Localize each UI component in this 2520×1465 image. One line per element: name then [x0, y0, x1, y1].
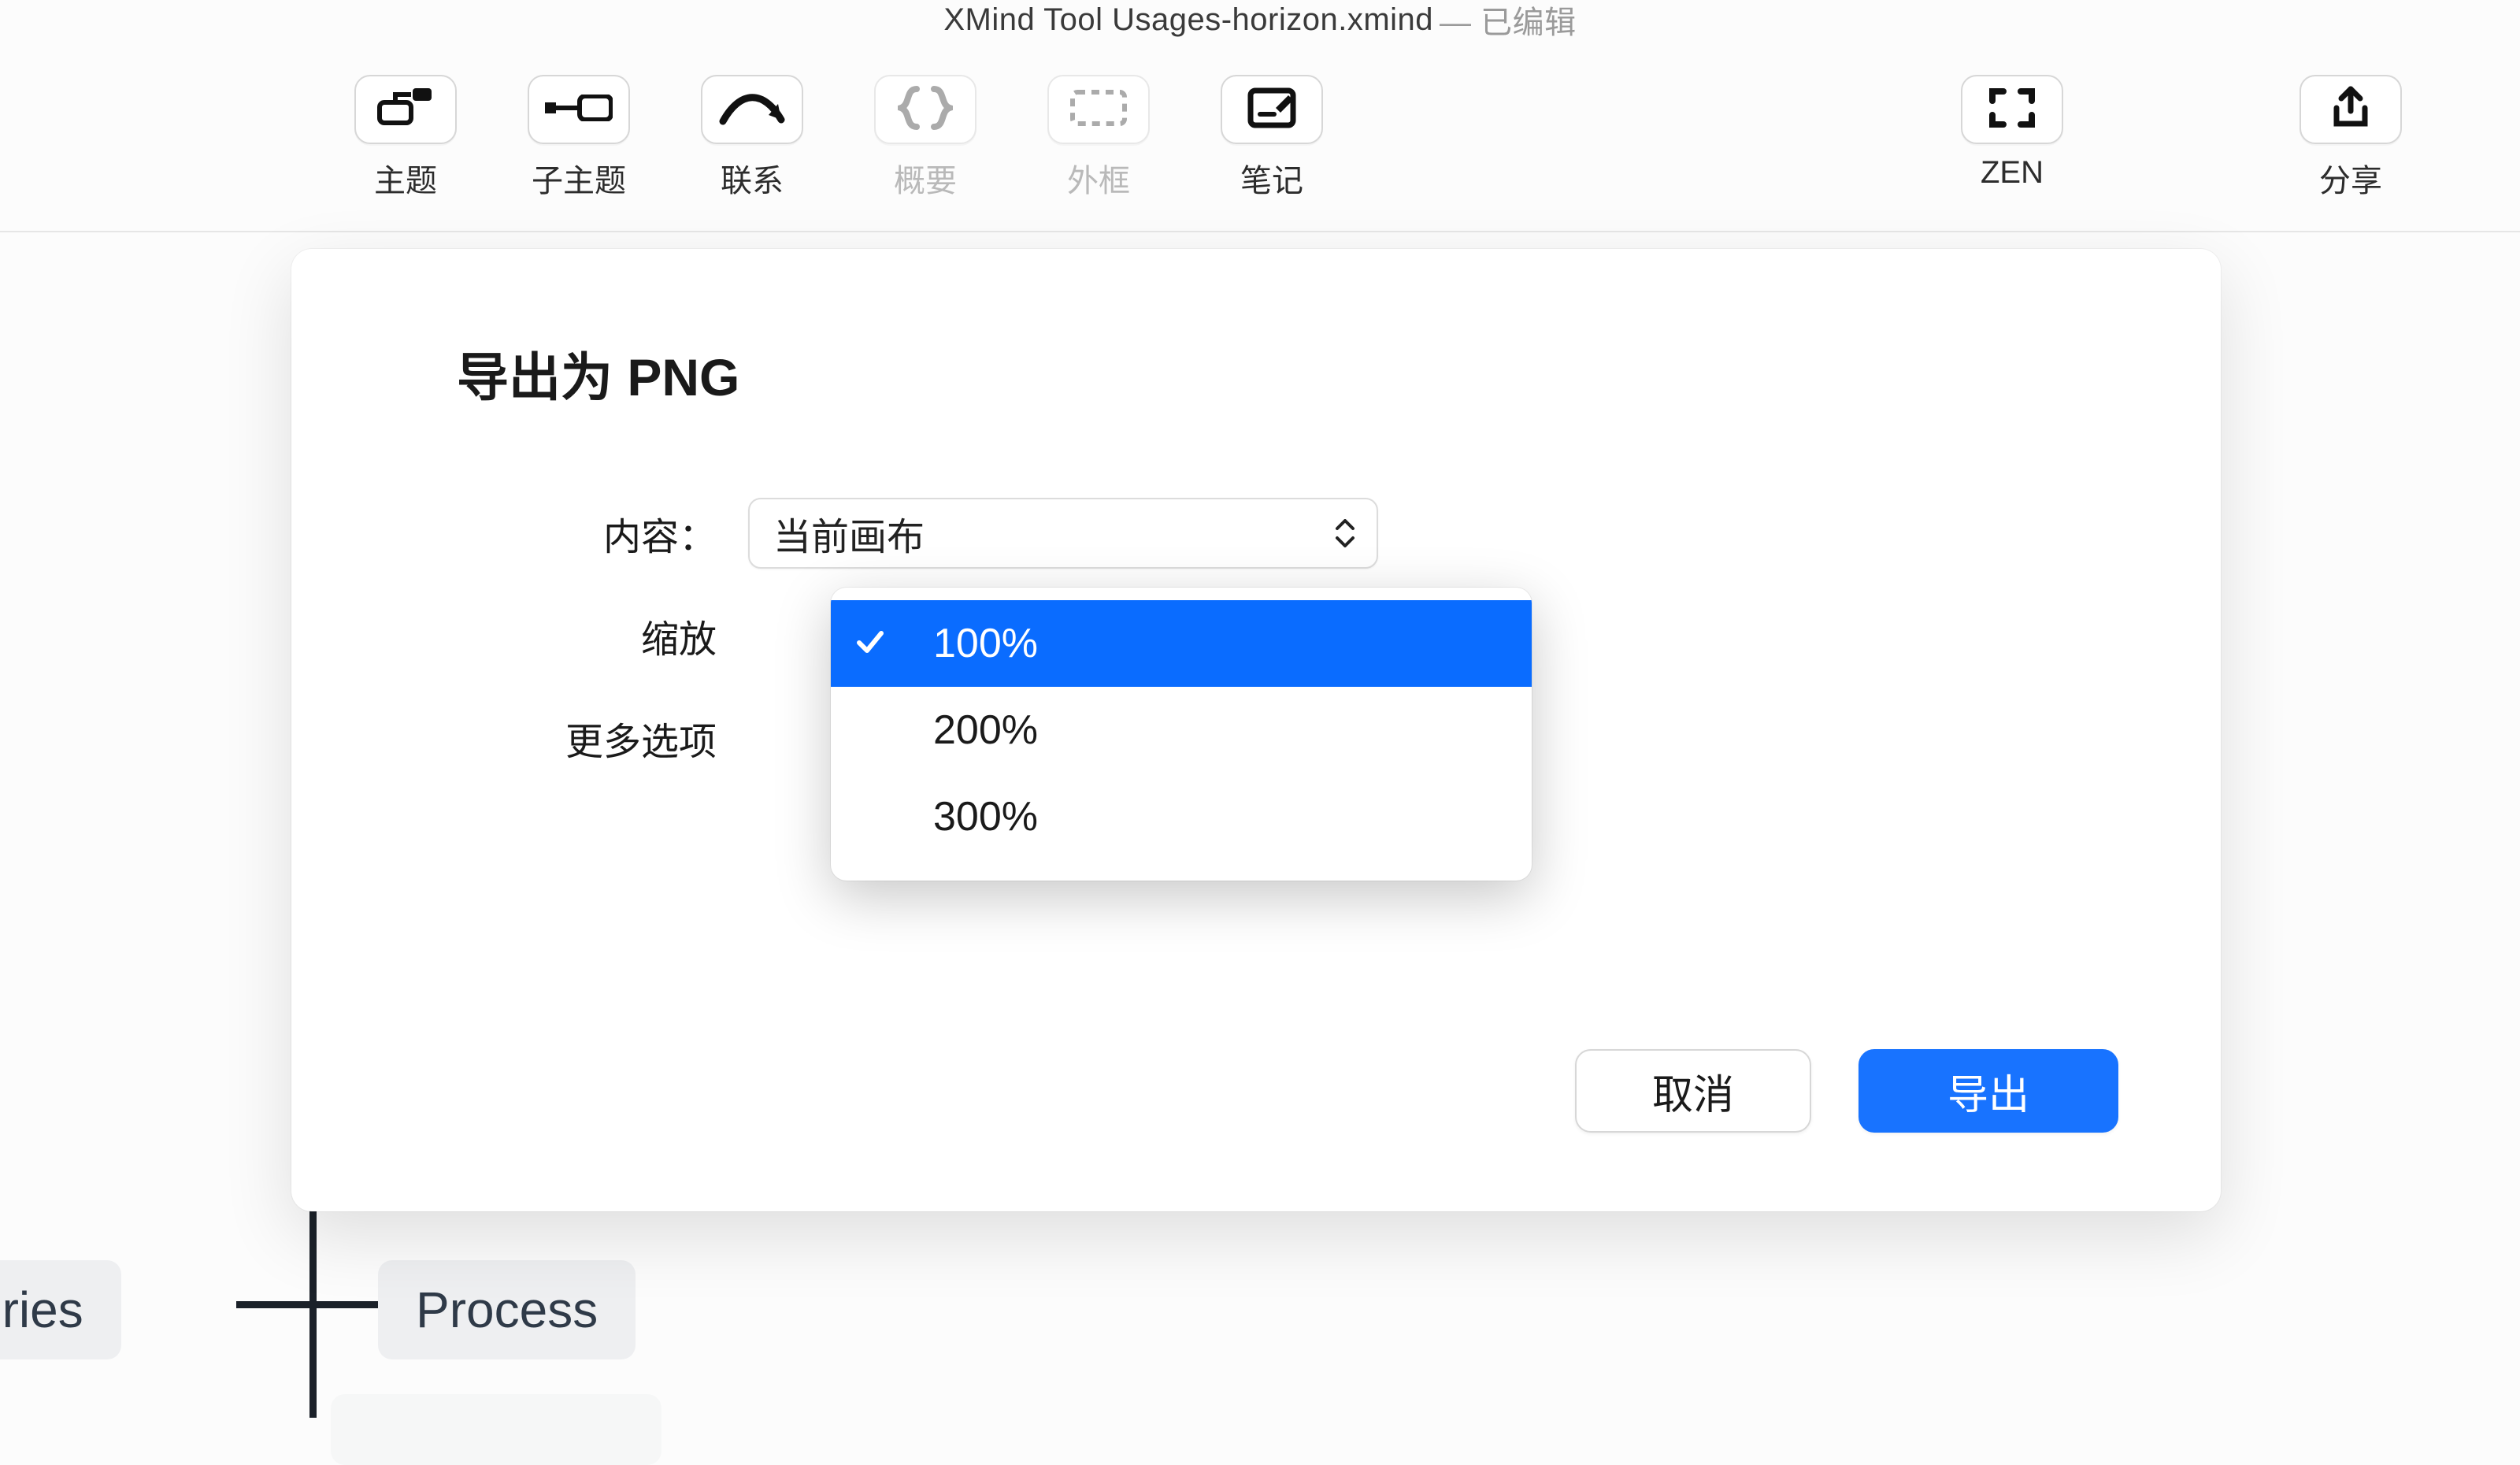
- select-stepper-icon: [1334, 519, 1356, 547]
- toolbar-left-group: 主题 子主题: [339, 75, 1339, 201]
- share-button[interactable]: [2300, 75, 2402, 144]
- more-options-label: 更多选项: [394, 710, 724, 766]
- relationship-arrow-icon: [717, 88, 788, 132]
- window-titlebar: XMind Tool Usages-horizon.xmind — 已编辑: [0, 0, 2520, 39]
- scale-label: 缩放: [394, 608, 724, 663]
- mindmap-edge: [309, 1205, 317, 1418]
- topic-label: 主题: [374, 155, 437, 201]
- toolbar-item-subtopic[interactable]: 子主题: [512, 75, 646, 201]
- topic-button[interactable]: [354, 75, 457, 144]
- window-title-filename: XMind Tool Usages-horizon.xmind: [943, 2, 1433, 38]
- window-title-status: — 已编辑: [1440, 0, 1577, 43]
- scale-option-text: 200%: [933, 707, 1038, 754]
- scale-dropdown[interactable]: 100% 200% 300%: [831, 588, 1532, 881]
- check-icon: [854, 620, 886, 667]
- toolbar-item-zen[interactable]: ZEN: [1945, 75, 2079, 201]
- export-button[interactable]: 导出: [1858, 1049, 2118, 1133]
- summary-button: [874, 75, 976, 144]
- dialog-footer: 取消 导出: [1575, 1049, 2118, 1133]
- mindmap-node-categories[interactable]: tegories: [0, 1260, 121, 1359]
- toolbar-item-share[interactable]: 分享: [2284, 75, 2418, 201]
- share-label: 分享: [2319, 155, 2382, 201]
- content-select[interactable]: 当前画布: [748, 498, 1378, 569]
- form-row-content: 内容： 当前画布: [394, 482, 2118, 584]
- boundary-button: [1047, 75, 1150, 144]
- scale-option-text: 300%: [933, 793, 1038, 840]
- subtopic-button[interactable]: [528, 75, 630, 144]
- summary-label: 概要: [894, 155, 957, 201]
- scale-option-200[interactable]: 200%: [831, 687, 1532, 773]
- cancel-button[interactable]: 取消: [1575, 1049, 1811, 1133]
- topic-icon: [375, 87, 436, 133]
- dialog-title: 导出为 PNG: [457, 336, 2118, 411]
- summary-brace-icon: [898, 86, 953, 134]
- toolbar-item-boundary: 外框: [1032, 75, 1166, 201]
- toolbar-item-relationship[interactable]: 联系: [685, 75, 819, 201]
- mindmap-node-partial: [331, 1394, 662, 1465]
- scale-option-300[interactable]: 300%: [831, 773, 1532, 860]
- relationship-label: 联系: [721, 155, 784, 201]
- mindmap-edge: [236, 1301, 378, 1308]
- toolbar-item-topic[interactable]: 主题: [339, 75, 472, 201]
- zen-label: ZEN: [1981, 155, 2044, 191]
- note-pencil-icon: [1246, 86, 1298, 134]
- subtopic-label: 子主题: [532, 155, 626, 201]
- relationship-button[interactable]: [701, 75, 803, 144]
- mindmap-canvas-peek: tegories Process: [0, 1205, 709, 1418]
- toolbar-item-note[interactable]: 笔记: [1205, 75, 1339, 201]
- scale-option-text: 100%: [933, 620, 1038, 667]
- note-label: 笔记: [1240, 155, 1303, 201]
- share-icon: [2329, 86, 2373, 134]
- export-png-dialog: 导出为 PNG 内容： 当前画布 缩放 更多选项 100%: [291, 249, 2221, 1211]
- zen-button[interactable]: [1961, 75, 2063, 144]
- boundary-dashed-icon: [1069, 89, 1128, 131]
- note-button[interactable]: [1221, 75, 1323, 144]
- main-toolbar: 主题 子主题: [0, 39, 2520, 232]
- boundary-label: 外框: [1067, 155, 1130, 201]
- content-select-value: 当前画布: [773, 506, 925, 561]
- scale-option-100[interactable]: 100%: [831, 600, 1532, 687]
- toolbar-right-group: ZEN 分享: [1945, 75, 2418, 201]
- content-label: 内容：: [394, 506, 724, 561]
- toolbar-item-summary: 概要: [858, 75, 992, 201]
- subtopic-icon: [545, 95, 613, 125]
- zen-fullscreen-icon: [1989, 88, 2035, 132]
- mindmap-node-process[interactable]: Process: [378, 1260, 636, 1359]
